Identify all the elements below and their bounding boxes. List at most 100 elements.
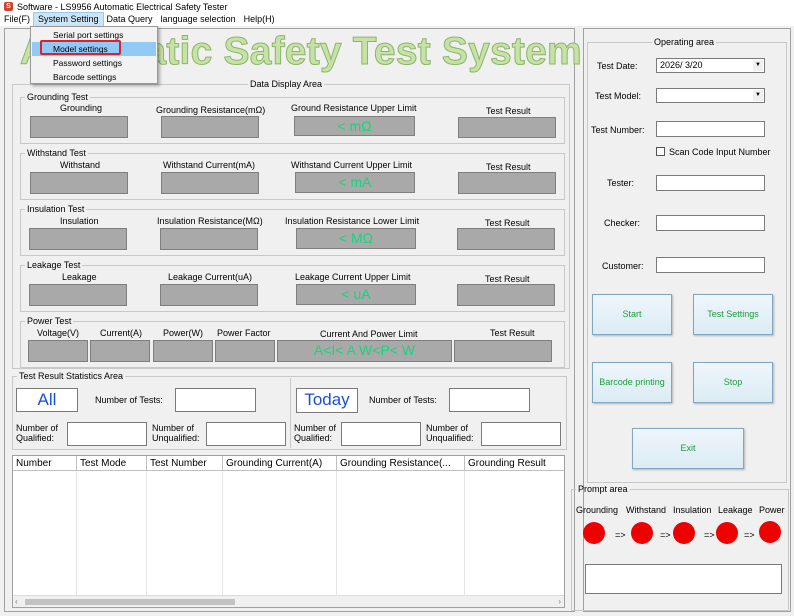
- prompt-message-box: [585, 564, 782, 594]
- grounding-resistance-value: [161, 116, 259, 138]
- test-model-select[interactable]: ▼: [656, 88, 765, 103]
- tester-label: Tester:: [607, 178, 635, 188]
- voltage-value: [28, 340, 88, 362]
- col-test-mode[interactable]: Test Mode: [77, 456, 147, 471]
- statistics-divider: [290, 378, 291, 448]
- exit-button[interactable]: Exit: [632, 428, 744, 469]
- data-display-legend: Data Display Area: [250, 79, 323, 89]
- prompt-grounding-label: Grounding: [576, 505, 619, 515]
- scan-code-checkbox[interactable]: [656, 147, 665, 156]
- menu-barcode-settings[interactable]: Barcode settings: [32, 70, 156, 84]
- system-setting-dropdown: Serial port settings Model settings Pass…: [30, 26, 158, 84]
- stats-all-box: All: [16, 388, 78, 412]
- today-unqualified-field[interactable]: [481, 422, 561, 446]
- grid-col-line: [76, 471, 77, 595]
- col-number[interactable]: Number: [13, 456, 77, 471]
- stats-today-box: Today: [296, 388, 358, 413]
- col-grounding-result[interactable]: Grounding Result: [465, 456, 564, 471]
- insulation-label: Insulation: [60, 216, 99, 226]
- scroll-right-icon[interactable]: ›: [558, 597, 561, 606]
- prompt-power-label: Power: [759, 505, 785, 515]
- grounding-legend: Grounding Test: [27, 92, 88, 102]
- all-qualified-field[interactable]: [67, 422, 147, 446]
- start-button[interactable]: Start: [592, 294, 672, 335]
- prompt-insulation-label: Insulation: [673, 505, 712, 515]
- leakage-result-label: Test Result: [485, 274, 530, 284]
- menu-help[interactable]: Help(H): [240, 13, 279, 26]
- leakage-current-value: [160, 284, 258, 306]
- arrow-icon: =>: [615, 530, 626, 540]
- leakage-current-label: Leakage Current(uA): [168, 272, 253, 282]
- voltage-label: Voltage(V): [37, 328, 80, 338]
- withstand-result-label: Test Result: [486, 162, 531, 172]
- leakage-result-value: [457, 284, 555, 306]
- insulation-legend: Insulation Test: [27, 204, 85, 214]
- col-grounding-resistance[interactable]: Grounding Resistance(...: [337, 456, 465, 471]
- grounding-label: Grounding: [60, 103, 103, 113]
- grid-col-line: [336, 471, 337, 595]
- withstand-upper-limit-value: < mA: [295, 172, 415, 193]
- today-qualified-field[interactable]: [341, 422, 421, 446]
- menu-password-settings[interactable]: Password settings: [32, 56, 156, 70]
- power-limit-label: Current And Power Limit: [320, 329, 418, 339]
- test-settings-button[interactable]: Test Settings: [693, 294, 773, 335]
- test-model-label: Test Model:: [595, 91, 642, 101]
- all-num-tests-field[interactable]: [175, 388, 256, 412]
- insulation-resistance-label: Insulation Resistance(MΩ): [157, 216, 263, 226]
- highlight-box: [40, 40, 121, 55]
- grid-horizontal-scrollbar[interactable]: ‹ ›: [13, 595, 564, 607]
- all-unqualified-field[interactable]: [206, 422, 286, 446]
- grid-col-line: [464, 471, 465, 595]
- leakage-value: [29, 284, 127, 306]
- power-limit-value: A<I< A W<P< W: [277, 340, 452, 362]
- menu-data-query[interactable]: Data Query: [103, 13, 157, 26]
- stop-button[interactable]: Stop: [693, 362, 773, 403]
- menu-file[interactable]: File(F): [0, 13, 34, 26]
- withstand-value: [30, 172, 128, 194]
- all-qualified-label: Number of Qualified:: [16, 423, 59, 443]
- power-result-value: [454, 340, 552, 362]
- today-num-tests-label: Number of Tests:: [369, 395, 437, 405]
- checker-label: Checker:: [604, 218, 641, 228]
- insulation-result-value: [457, 228, 555, 250]
- leakage-label: Leakage: [62, 272, 97, 282]
- test-date-picker[interactable]: 2026/ 3/20 ▼: [656, 58, 765, 73]
- insulation-value: [29, 228, 127, 250]
- ground-upper-limit-label: Ground Resistance Upper Limit: [291, 103, 417, 113]
- tester-input[interactable]: [656, 175, 765, 191]
- insulation-lower-limit-label: Insulation Resistance Lower Limit: [285, 216, 420, 226]
- withstand-label: Withstand: [60, 160, 101, 170]
- today-qualified-label: Number of Qualified:: [294, 423, 337, 443]
- menu-system-setting[interactable]: System Setting: [33, 12, 104, 27]
- today-num-tests-field[interactable]: [449, 388, 530, 412]
- col-grounding-current[interactable]: Grounding Current(A): [223, 456, 337, 471]
- statistics-legend: Test Result Statistics Area: [19, 371, 124, 381]
- results-grid[interactable]: Number Test Mode Test Number Grounding C…: [12, 455, 565, 608]
- today-unqualified-label: Number of Unqualified:: [426, 423, 474, 443]
- grounding-result-value: [458, 117, 556, 138]
- withstand-current-value: [161, 172, 259, 194]
- model-dropdown-icon[interactable]: ▼: [753, 90, 763, 101]
- withstand-status-light: [631, 522, 653, 544]
- customer-input[interactable]: [656, 257, 765, 273]
- arrow-icon: =>: [660, 530, 671, 540]
- test-number-input[interactable]: [656, 121, 765, 137]
- date-dropdown-icon[interactable]: ▼: [753, 60, 763, 71]
- app-icon: S: [4, 2, 13, 11]
- barcode-printing-button[interactable]: Barcode printing: [592, 362, 672, 403]
- grounding-value: [30, 116, 128, 138]
- leakage-upper-limit-label: Leakage Current Upper Limit: [295, 272, 411, 282]
- leakage-upper-limit-value: < uA: [296, 284, 416, 305]
- menu-language[interactable]: language selection: [157, 13, 240, 26]
- title-bar: S Software - LS9956 Automatic Electrical…: [0, 0, 794, 13]
- scroll-thumb[interactable]: [25, 599, 235, 605]
- checker-input[interactable]: [656, 215, 765, 231]
- window-title: Software - LS9956 Automatic Electrical S…: [17, 1, 228, 12]
- leakage-status-light: [716, 522, 738, 544]
- power-value: [153, 340, 213, 362]
- arrow-icon: =>: [704, 530, 715, 540]
- all-unqualified-label: Number of Unqualified:: [152, 423, 200, 443]
- col-test-number[interactable]: Test Number: [147, 456, 223, 471]
- insulation-lower-limit-value: < MΩ: [296, 228, 416, 249]
- scroll-left-icon[interactable]: ‹: [15, 597, 18, 606]
